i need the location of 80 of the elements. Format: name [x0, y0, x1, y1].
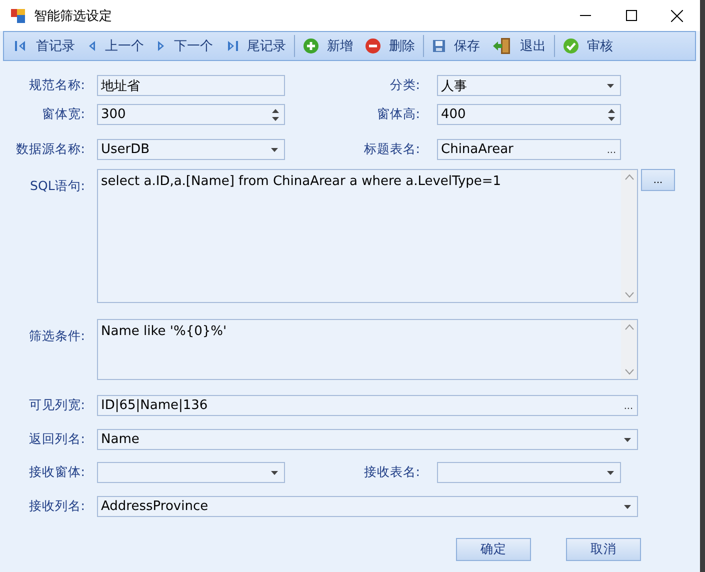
spin-field[interactable]: 400: [437, 104, 621, 125]
toolbar-button[interactable]: 删除: [359, 33, 421, 59]
browse-button[interactable]: ...: [602, 140, 620, 159]
dropdown-field[interactable]: [97, 462, 285, 483]
save-icon: [432, 39, 446, 53]
skip-first-icon: [14, 39, 28, 53]
field-value: 人事: [441, 78, 468, 94]
dropdown-arrow-icon: [607, 470, 614, 474]
spin-down-icon: [608, 116, 615, 120]
field-label: SQL语句:: [29, 178, 85, 195]
toolbar-button[interactable]: 尾记录: [219, 33, 292, 59]
text-field[interactable]: 地址省: [97, 75, 285, 96]
field-label: 可见列宽:: [28, 397, 85, 414]
dropdown-arrow-icon: [607, 84, 614, 88]
dropdown-field[interactable]: 人事: [437, 75, 621, 96]
spin-up-icon: [272, 108, 279, 112]
toolbar-button[interactable]: 保存: [426, 33, 486, 59]
browse-button[interactable]: ...: [620, 396, 637, 415]
maximize-icon: [626, 10, 636, 21]
check-icon: [563, 38, 579, 54]
field-value: UserDB: [101, 142, 151, 157]
dialog-button[interactable]: 取消: [566, 538, 641, 561]
scrollbar[interactable]: [621, 320, 637, 379]
dropdown-arrow-icon: [271, 470, 278, 474]
skip-last-icon: [225, 39, 239, 53]
previous-icon: [87, 39, 97, 53]
field-label: 筛选条件:: [28, 328, 85, 345]
delete-icon: [365, 38, 381, 54]
text-area[interactable]: Name like '%{0}%': [97, 319, 638, 380]
toolbar-button[interactable]: 上一个: [81, 33, 150, 59]
next-icon: [156, 39, 166, 53]
dropdown-field[interactable]: [437, 462, 621, 483]
browse-field[interactable]: ChinaArear ...: [437, 139, 621, 160]
dropdown-field[interactable]: AddressProvince: [97, 496, 638, 517]
dropdown-arrow-icon: [624, 438, 631, 442]
dropdown-field[interactable]: UserDB: [97, 139, 285, 160]
scroll-down-icon: [624, 292, 634, 298]
field-label: 窗体高:: [376, 106, 420, 123]
dropdown-field[interactable]: Name: [97, 429, 638, 450]
field-label: 规范名称:: [28, 77, 85, 94]
toolbar-button[interactable]: 审核: [557, 33, 619, 59]
toolbar-button[interactable]: 新增: [297, 33, 359, 59]
field-value: ChinaArear: [441, 142, 514, 157]
browse-field[interactable]: ID|65|Name|136 ...: [97, 395, 638, 416]
spin-up-icon: [608, 108, 615, 112]
field-label: 标题表名:: [362, 141, 420, 158]
scroll-up-icon: [624, 174, 634, 180]
dropdown-arrow-icon: [271, 148, 278, 152]
dialog-button[interactable]: 确定: [456, 538, 531, 561]
field-value: Name like '%{0}%': [101, 323, 228, 341]
toolbar-button[interactable]: 下一个: [150, 33, 219, 59]
field-label: 接收表名:: [362, 464, 420, 481]
field-value: ID|65|Name|136: [101, 398, 209, 413]
field-label: 分类:: [388, 77, 420, 94]
scroll-up-icon: [624, 324, 634, 330]
scroll-down-icon: [624, 369, 634, 375]
spin-field[interactable]: 300: [97, 104, 285, 125]
field-label: 返回列名:: [28, 431, 85, 448]
field-value: AddressProvince: [101, 499, 210, 514]
field-value: 400: [441, 107, 467, 122]
field-value: select a.ID,a.[Name] from ChinaArear a where a.LevelType=1: [101, 173, 502, 191]
field-value: 地址省: [101, 78, 141, 94]
field-label: 数据源名称:: [14, 141, 85, 158]
app-icon: [10, 8, 26, 24]
spin-down-icon: [272, 116, 279, 120]
close-icon: [671, 10, 683, 22]
scrollbar[interactable]: [621, 170, 637, 302]
toolbar-button[interactable]: 退出: [486, 33, 552, 59]
field-label: 窗体宽:: [40, 106, 85, 123]
field-label: 接收窗体:: [28, 464, 85, 481]
field-value: Name: [101, 432, 140, 447]
field-label: 接收列名:: [28, 498, 85, 515]
add-icon: [303, 38, 319, 54]
window-title: 智能筛选设定: [34, 8, 113, 24]
dropdown-arrow-icon: [624, 504, 631, 508]
field-value: 300: [101, 107, 127, 122]
toolbar-button[interactable]: 首记录: [8, 33, 81, 59]
exit-door-icon: [492, 37, 512, 55]
text-area[interactable]: select a.ID,a.[Name] from ChinaArear a where a.LevelType=1: [97, 169, 638, 303]
browse-button[interactable]: ...: [641, 169, 675, 191]
